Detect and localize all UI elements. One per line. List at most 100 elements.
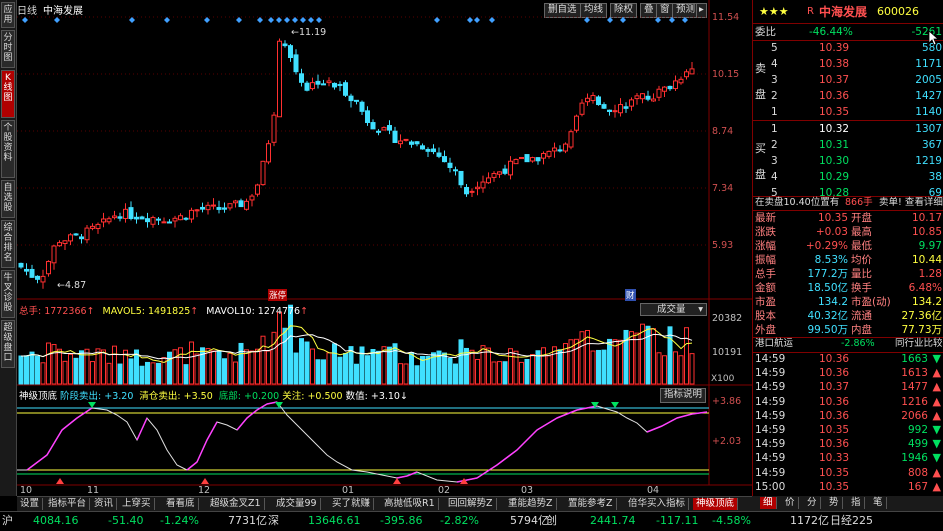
quote-tab-2[interactable]: 分 — [804, 497, 821, 509]
bid-row[interactable]: 1 10.32 1307 — [753, 121, 943, 137]
volume-bar — [238, 342, 244, 385]
stat-value: +0.03 — [815, 226, 848, 238]
volume-bar — [343, 352, 348, 385]
ask-row[interactable]: 4 10.38 1171 — [753, 56, 943, 72]
candle — [266, 143, 271, 163]
signal-diamond-icon — [257, 17, 263, 23]
bottom-tab-5[interactable]: 超级金叉Z1 — [207, 498, 265, 510]
signal-diamond-icon — [434, 17, 440, 23]
bottom-tab-3[interactable]: 上穿买 — [119, 498, 155, 510]
indicator-watch: 关注: +0.500 — [282, 391, 343, 402]
notice-action[interactable]: 卖单! 查看详细 — [879, 196, 943, 210]
bid-price: 10.29 — [819, 171, 850, 183]
quote-tab-0[interactable]: 细 — [760, 497, 777, 509]
volume-bar — [101, 349, 106, 385]
time-tick: 02 — [438, 485, 451, 496]
tick-volume: 2066 — [901, 409, 928, 422]
stat-label: 最高 — [851, 226, 872, 238]
left-tab-6[interactable]: 牛叉诊股 — [1, 270, 15, 318]
left-tab-4[interactable]: 自选股 — [1, 180, 15, 218]
bottom-tab-0[interactable]: 设置 — [17, 498, 44, 510]
bottom-tab-13[interactable]: 神级顶底 — [693, 498, 739, 510]
candle — [161, 221, 167, 224]
tick-row: 14:59 10.36 1216 ▲ — [753, 395, 943, 409]
candle — [95, 223, 101, 230]
bid-row[interactable]: 4 10.29 38 — [753, 169, 943, 185]
left-tab-7[interactable]: 超级盘口 — [1, 320, 15, 368]
left-tab-5[interactable]: 综合排名 — [1, 220, 15, 268]
volume-bar — [79, 350, 84, 385]
tick-price: 10.36 — [819, 438, 850, 451]
bottom-tab-1[interactable]: 指标平台 — [45, 498, 91, 510]
buy-arrow-icon — [201, 478, 209, 484]
quote-tab-1[interactable]: 价 — [782, 497, 799, 509]
ask-row[interactable]: 1 10.35 1140 — [753, 104, 943, 120]
candle — [381, 127, 387, 131]
signal-diamond-icon — [620, 17, 626, 23]
bottom-tab-4[interactable]: 看看底 — [163, 498, 199, 510]
ask-volume: 1140 — [915, 106, 942, 118]
left-tab-3[interactable]: 个股资料 — [1, 120, 15, 178]
bid-book: 1 10.32 1307 2 10.31 367 3 10.30 1219 4 10.29 38 5 10… — [753, 121, 943, 201]
bottom-tab-7[interactable]: 买了就赚 — [329, 498, 375, 510]
signal-diamond-icon — [300, 17, 306, 23]
candle — [249, 195, 255, 201]
arrow-up-icon: ▲ — [932, 479, 941, 493]
candle — [486, 177, 491, 184]
candle — [112, 215, 117, 219]
bid-price: 10.32 — [819, 123, 850, 135]
sz-change: -395.86 — [380, 514, 423, 527]
candle — [156, 218, 161, 221]
bottom-tab-10[interactable]: 重能趋势Z — [505, 498, 557, 510]
sector-name[interactable]: 港口航运 — [755, 337, 793, 351]
ask-row[interactable]: 3 10.37 2005 — [753, 72, 943, 88]
bottom-tab-6[interactable]: 成交量99 — [273, 498, 321, 510]
kline-chart[interactable] — [17, 0, 752, 496]
volume-bar — [475, 358, 480, 385]
candle — [574, 115, 579, 131]
volume-bar — [293, 352, 299, 385]
big-order-notice[interactable]: 在卖盘10.40位置有 866手 卖单! 查看详细 — [753, 196, 943, 210]
bottom-tab-2[interactable]: 资讯 — [91, 498, 118, 510]
rating-stars[interactable]: ★★★ — [759, 4, 789, 20]
left-tab-2[interactable]: K线图 — [1, 70, 15, 118]
candle — [222, 207, 227, 210]
quote-tab-3[interactable]: 势 — [826, 497, 843, 509]
tick-volume: 1216 — [901, 395, 928, 408]
left-tab-0[interactable]: 应用 — [1, 2, 15, 28]
bottom-tab-12[interactable]: 倍华买入指标 — [625, 498, 690, 510]
ask-row[interactable]: 5 10.39 580 — [753, 40, 943, 56]
tick-price: 10.35 — [819, 424, 850, 436]
quote-tab-4[interactable]: 指 — [848, 497, 865, 509]
mavol10: MAVOL10: 1274776 — [206, 306, 301, 317]
nikkei-label[interactable]: 日经225 — [830, 512, 873, 530]
bottom-tab-8[interactable]: 高抛低吸R1 — [381, 498, 439, 510]
bid-row[interactable]: 3 10.30 1219 — [753, 153, 943, 169]
indicator-dropdown[interactable]: 成交量 ▾ — [640, 303, 707, 316]
volume-bar — [365, 355, 370, 385]
bid-row[interactable]: 2 10.31 367 — [753, 137, 943, 153]
bottom-tab-11[interactable]: 置能参考Z — [565, 498, 617, 510]
limit-up-marker[interactable]: 涨停 — [268, 289, 288, 301]
volume-unit: X100 — [711, 374, 735, 384]
stat-row: 金额 18.50亿 换手 6.48% — [753, 281, 943, 295]
signal-diamond-icon — [276, 17, 282, 23]
volume-bar — [266, 350, 271, 385]
ask-row[interactable]: 2 10.36 1427 — [753, 88, 943, 104]
bottom-tab-9[interactable]: 回回解势Z — [445, 498, 497, 510]
volume-bar — [673, 351, 678, 385]
candle — [51, 245, 57, 264]
signal-diamond-icon — [682, 17, 688, 23]
indicator-clear-sell: 清仓卖出: +3.50 — [139, 391, 213, 402]
sector-compare-link[interactable]: 同行业比较 — [895, 337, 943, 351]
candle — [387, 125, 392, 131]
volume-bar — [304, 341, 310, 385]
quote-tab-5[interactable]: 笔 — [870, 497, 887, 509]
weibi-value: -46.44% — [809, 26, 853, 38]
candle — [117, 216, 123, 219]
finance-marker[interactable]: 财 — [625, 289, 636, 301]
left-tab-1[interactable]: 分时图 — [1, 30, 15, 68]
volume-bar — [607, 338, 612, 385]
indicator-help-button[interactable]: 指标说明 — [660, 388, 707, 403]
stat-label: 市盈(动) — [851, 296, 891, 308]
